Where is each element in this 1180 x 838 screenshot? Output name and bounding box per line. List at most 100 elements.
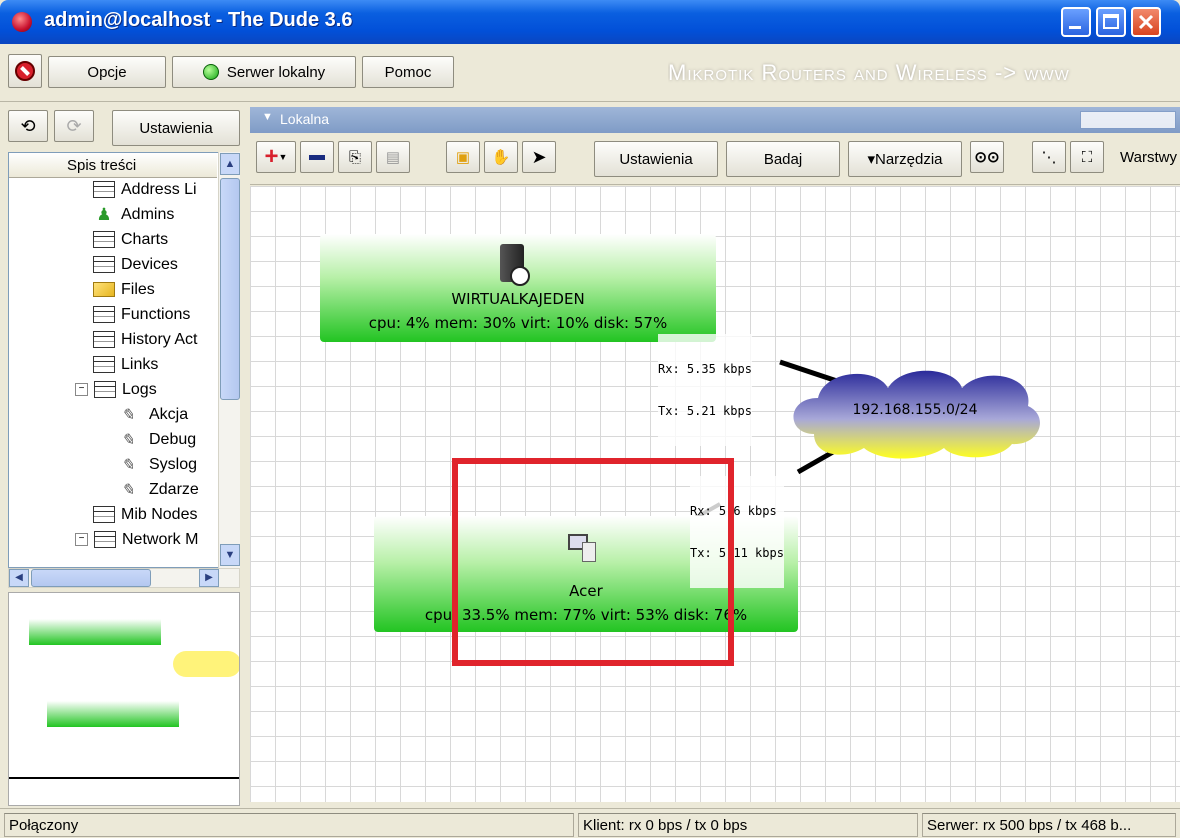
scroll-thumb[interactable]	[31, 569, 151, 587]
left-settings-button[interactable]: Ustawienia	[112, 110, 240, 146]
scroll-down-button[interactable]: ▼	[220, 544, 240, 566]
tree-item-network-maps[interactable]: − Network M	[75, 527, 198, 552]
minimap-divider	[9, 777, 239, 779]
client-traffic: Klient: rx 0 bps / tx 0 bps	[578, 813, 918, 837]
tree-item-files[interactable]: Files	[93, 277, 155, 302]
toc-vertical-scrollbar[interactable]: ▲ ▼	[218, 152, 240, 568]
scroll-right-button[interactable]: ▶	[199, 569, 219, 587]
hand-tool-button[interactable]: ✋	[484, 141, 518, 173]
maximize-button[interactable]	[1096, 7, 1126, 37]
chevron-down-icon: ▼	[262, 111, 273, 123]
link-label-top: Rx: 5.35 kbps Tx: 5.21 kbps	[658, 334, 752, 446]
status-bar: Połączony Klient: rx 0 bps / tx 0 bps Se…	[0, 808, 1180, 838]
table-icon	[93, 306, 115, 323]
layers-label[interactable]: Warstwy	[1120, 149, 1177, 166]
map-title: Lokalna	[280, 111, 330, 127]
pointer-tool-button[interactable]: ➤	[522, 141, 556, 173]
tree-item-log-events[interactable]: ✎ Zdarze	[121, 477, 199, 502]
plus-icon: +	[264, 143, 279, 170]
tree-item-logs[interactable]: − Logs	[75, 377, 157, 402]
highlight-rectangle	[452, 458, 734, 666]
toc-tree[interactable]: Spis treści Address Li ♟ Admins Charts De…	[8, 152, 240, 568]
network-label: 192.168.155.0/24	[852, 402, 978, 418]
undo-button[interactable]: ⟲	[8, 110, 48, 142]
connection-status: Połączony	[4, 813, 574, 837]
hand-icon: ✋	[491, 149, 511, 166]
toc-header-label: Spis treści	[67, 156, 137, 174]
server-traffic: Serwer: rx 500 bps / tx 468 b...	[922, 813, 1176, 837]
lock-icon: ▣	[455, 149, 471, 166]
link-icon: ⋱	[1041, 149, 1057, 166]
tree-item-functions[interactable]: Functions	[93, 302, 190, 327]
user-icon: ♟	[96, 204, 112, 224]
folder-icon	[93, 282, 115, 297]
minus-icon	[309, 154, 325, 160]
inspect-button[interactable]: Badaj	[726, 141, 840, 177]
help-button[interactable]: Pomoc	[362, 56, 454, 88]
device-node-wirtualkajeden[interactable]: WIRTUALKAJEDEN cpu: 4% mem: 30% virt: 10…	[320, 234, 716, 342]
add-button[interactable]: + ▼	[256, 141, 296, 173]
server-button[interactable]: Serwer lokalny	[172, 56, 356, 88]
link-tx: Tx: 5.21 kbps	[658, 404, 752, 418]
table-icon	[93, 331, 115, 348]
collapse-icon[interactable]: −	[75, 383, 88, 396]
cursor-icon: ➤	[531, 146, 547, 167]
close-icon	[1138, 14, 1154, 30]
close-button[interactable]	[1131, 7, 1161, 37]
log-icon: ✎	[121, 432, 135, 449]
collapse-icon[interactable]: −	[75, 533, 88, 546]
copy-icon: ⎘	[348, 148, 361, 166]
map-overview[interactable]	[8, 592, 240, 806]
scroll-thumb[interactable]	[220, 178, 240, 400]
remove-button[interactable]	[300, 141, 334, 173]
scroll-up-button[interactable]: ▲	[220, 153, 240, 175]
title-bar[interactable]: admin@localhost - The Dude 3.6	[0, 0, 1180, 44]
brand-banner: Mikrotik Routers and Wireless -> www	[668, 60, 1070, 85]
map-tab-header[interactable]: ▼ Lokalna	[250, 107, 1180, 133]
redo-icon: ⟳	[66, 115, 82, 136]
tree-item-history-actions[interactable]: History Act	[93, 327, 197, 352]
options-button[interactable]: Opcje	[48, 56, 166, 88]
tree-item-links[interactable]: Links	[93, 352, 158, 377]
tree-item-mib-nodes[interactable]: Mib Nodes	[93, 502, 197, 527]
toc-header[interactable]: Spis treści	[9, 153, 217, 178]
paste-button[interactable]: ▤	[376, 141, 410, 173]
scroll-left-button[interactable]: ◀	[9, 569, 29, 587]
redo-button[interactable]: ⟳	[54, 110, 94, 142]
network-map-canvas[interactable]: WIRTUALKAJEDEN cpu: 4% mem: 30% virt: 10…	[250, 186, 1180, 802]
log-icon: ✎	[121, 457, 135, 474]
disconnect-button[interactable]	[8, 54, 42, 88]
tree-item-log-akcja[interactable]: ✎ Akcja	[121, 402, 188, 427]
window-title: admin@localhost - The Dude 3.6	[44, 9, 353, 31]
minimize-button[interactable]	[1061, 7, 1091, 37]
server-status-icon	[202, 64, 219, 80]
stop-icon	[15, 61, 35, 81]
link-tool-button[interactable]: ⋱	[1032, 141, 1066, 173]
tree-item-devices[interactable]: Devices	[93, 252, 178, 277]
lock-button[interactable]: ▣	[446, 141, 480, 173]
tree-item-admins[interactable]: ♟ Admins	[93, 202, 174, 227]
server-label: Serwer lokalny	[226, 63, 326, 81]
minimap-node	[29, 619, 161, 645]
server-icon	[500, 244, 530, 286]
network-cloud[interactable]: 192.168.155.0/24	[784, 362, 1046, 462]
map-toolbar: + ▼ ⎘ ▤ ▣ ✋ ➤ Ustawienia Badaj ▾Narzędzia…	[250, 133, 1180, 185]
binoculars-icon: ⊙⊙	[974, 149, 1000, 166]
map-settings-button[interactable]: Ustawienia	[594, 141, 718, 177]
toc-horizontal-scrollbar[interactable]: ◀ ▶	[8, 568, 240, 588]
device-name: WIRTUALKAJEDEN	[451, 290, 585, 308]
find-button[interactable]: ⊙⊙	[970, 141, 1004, 173]
table-icon	[93, 256, 115, 273]
tree-item-log-debug[interactable]: ✎ Debug	[121, 427, 196, 452]
tools-dropdown[interactable]: ▾Narzędzia	[848, 141, 962, 177]
app-icon	[12, 12, 32, 32]
layout-tool-button[interactable]: ⛶	[1070, 141, 1104, 173]
log-icon: ✎	[121, 407, 135, 424]
tree-item-address-list[interactable]: Address Li	[93, 177, 197, 202]
copy-button[interactable]: ⎘	[338, 141, 372, 173]
table-icon	[94, 381, 116, 398]
tree-item-charts[interactable]: Charts	[93, 227, 168, 252]
undo-icon: ⟲	[20, 115, 36, 136]
layout-buttons[interactable]	[1080, 111, 1176, 129]
tree-item-log-syslog[interactable]: ✎ Syslog	[121, 452, 197, 477]
